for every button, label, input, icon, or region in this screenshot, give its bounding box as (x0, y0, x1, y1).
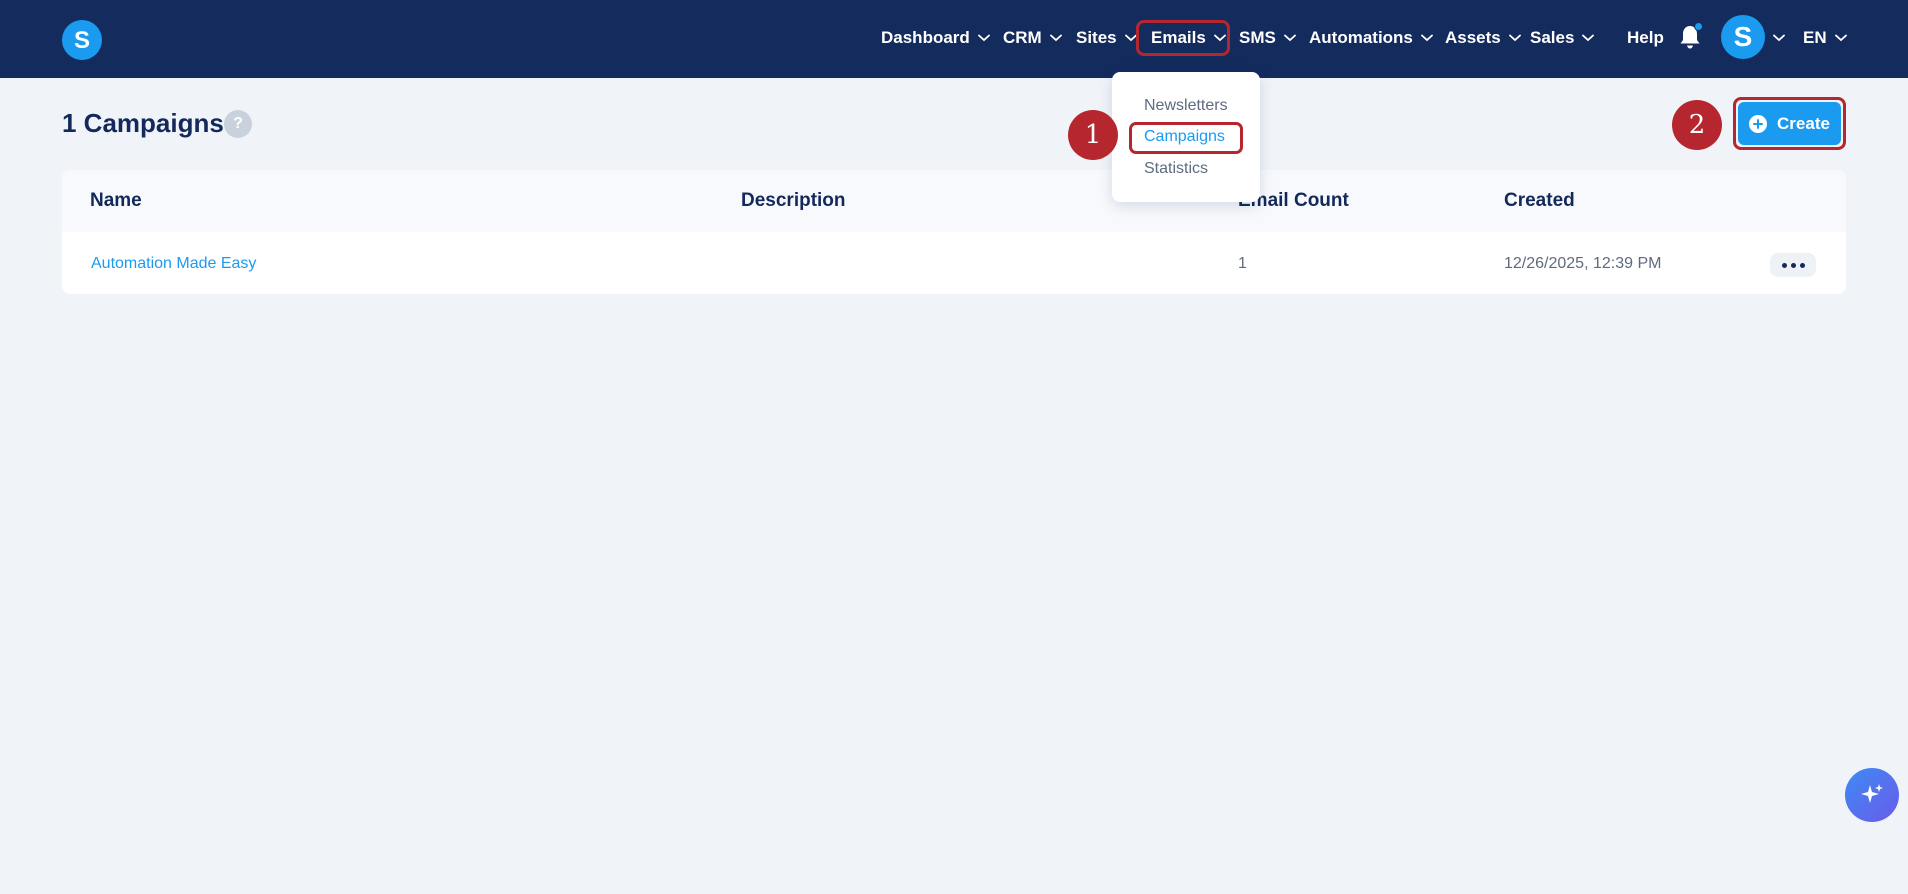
nav-sms[interactable]: SMS (1239, 24, 1296, 52)
campaign-created-date: 12/26/2025, 12:39 PM (1504, 255, 1662, 272)
menu-item-newsletters[interactable]: Newsletters (1144, 97, 1228, 115)
logo-s-icon: S (74, 27, 90, 53)
notification-dot (1694, 22, 1703, 31)
column-header-description[interactable]: Description (741, 190, 846, 212)
nav-automations[interactable]: Automations (1309, 24, 1433, 52)
more-dot (1781, 262, 1787, 268)
nav-sites-label: Sites (1076, 28, 1117, 47)
chevron-down-icon (1124, 34, 1137, 42)
chevron-down-icon (1283, 34, 1296, 42)
more-dot (1790, 262, 1796, 268)
nav-assets[interactable]: Assets (1445, 24, 1521, 52)
svg-text:S: S (1734, 22, 1753, 52)
chevron-down-icon (977, 34, 990, 42)
step-marker-1: 1 (1068, 110, 1118, 160)
nav-sales-label: Sales (1530, 28, 1575, 47)
nav-crm-label: CRM (1003, 28, 1042, 47)
chevron-down-icon (1508, 34, 1521, 42)
nav-emails[interactable]: Emails (1151, 24, 1226, 52)
nav-dashboard[interactable]: Dashboard (881, 24, 990, 52)
nav-sms-label: SMS (1239, 28, 1276, 47)
nav-automations-label: Automations (1309, 28, 1413, 47)
more-horizontal-icon[interactable] (1770, 253, 1816, 277)
nav-help[interactable]: Help (1627, 24, 1664, 52)
svg-text:S: S (74, 27, 90, 53)
language-selector[interactable]: EN (1803, 24, 1847, 52)
avatar[interactable]: S (1721, 15, 1765, 59)
help-icon[interactable]: ? (224, 110, 252, 138)
nav-assets-label: Assets (1445, 28, 1501, 47)
emails-dropdown-menu: Newsletters Campaigns Statistics (1112, 72, 1260, 202)
nav-sites[interactable]: Sites (1076, 24, 1137, 52)
step-marker-2: 2 (1672, 100, 1722, 150)
chevron-down-icon (1582, 34, 1595, 42)
chevron-down-icon (1213, 34, 1226, 42)
menu-item-campaigns[interactable]: Campaigns (1144, 128, 1225, 146)
column-header-name[interactable]: Name (90, 190, 142, 212)
more-dot (1799, 262, 1805, 268)
campaign-name-link[interactable]: Automation Made Easy (91, 255, 256, 273)
nav-emails-label: Emails (1151, 28, 1206, 47)
chevron-down-icon (1049, 34, 1062, 42)
avatar-s-icon: S (1734, 22, 1753, 52)
app-logo[interactable]: S (62, 20, 102, 60)
language-label: EN (1803, 28, 1827, 47)
campaign-email-count: 1 (1238, 255, 1247, 272)
table-header: Name Description Email Count Created (62, 170, 1846, 232)
chevron-down-icon (1834, 34, 1847, 42)
column-header-created[interactable]: Created (1504, 190, 1575, 212)
chevron-down-icon (1420, 34, 1433, 42)
page-title: 1 Campaigns (62, 108, 224, 138)
ai-assistant-button[interactable] (1845, 768, 1899, 822)
plus-circle-icon (1749, 114, 1768, 133)
nav-sales[interactable]: Sales (1530, 24, 1595, 52)
menu-item-statistics[interactable]: Statistics (1144, 160, 1208, 178)
sparkle-icon (1861, 784, 1883, 803)
nav-help-label: Help (1627, 28, 1664, 47)
avatar-menu-toggle[interactable] (1773, 24, 1785, 52)
create-button-label: Create (1777, 113, 1830, 133)
chevron-down-icon (1773, 34, 1785, 42)
nav-dashboard-label: Dashboard (881, 28, 970, 47)
nav-crm[interactable]: CRM (1003, 24, 1062, 52)
campaigns-table: Name Description Email Count Created Aut… (62, 170, 1846, 294)
create-button[interactable]: Create (1738, 102, 1841, 145)
top-nav-bar: S Dashboard CRM Sites Emails SMS Automat… (0, 0, 1908, 78)
